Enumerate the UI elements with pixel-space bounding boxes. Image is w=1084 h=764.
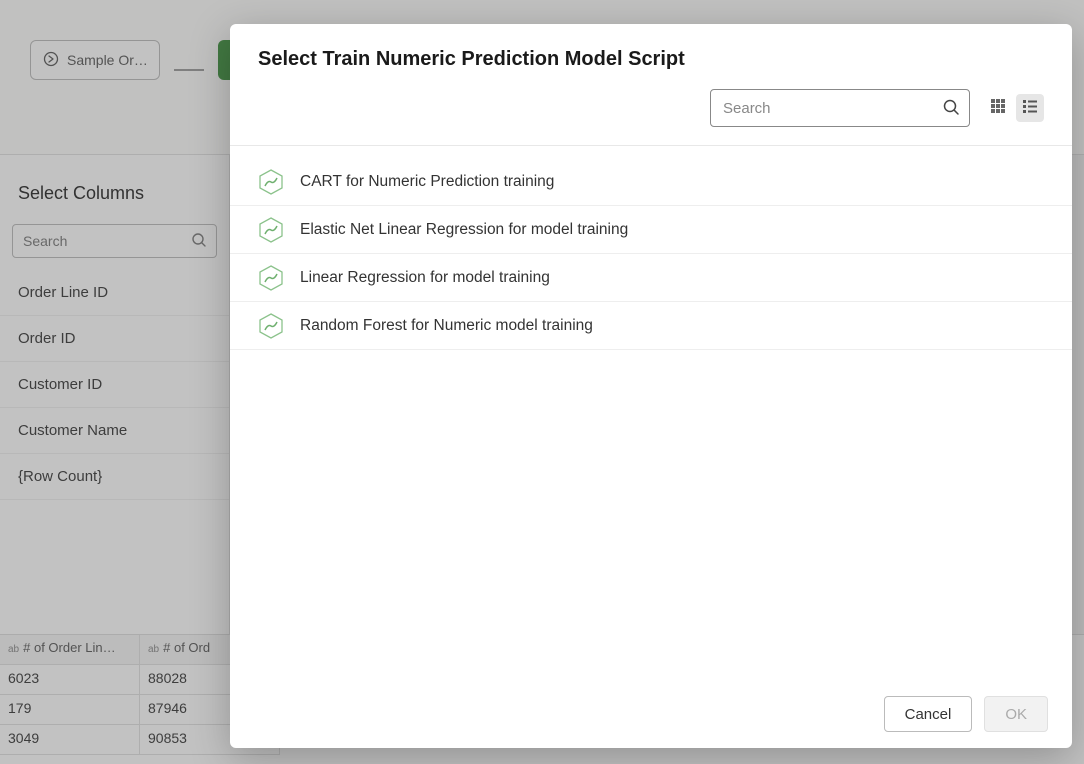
script-item[interactable]: Linear Regression for model training (230, 254, 1072, 302)
grid-icon (990, 98, 1006, 119)
cancel-button[interactable]: Cancel (884, 696, 973, 732)
script-item-label: CART for Numeric Prediction training (300, 173, 554, 191)
script-icon (258, 265, 284, 291)
grid-view-button[interactable] (984, 94, 1012, 122)
script-item[interactable]: Elastic Net Linear Regression for model … (230, 206, 1072, 254)
view-toggle (984, 94, 1044, 122)
search-icon (942, 98, 960, 116)
script-item-label: Linear Regression for model training (300, 269, 550, 287)
ok-button[interactable]: OK (984, 696, 1048, 732)
script-item-label: Random Forest for Numeric model training (300, 317, 593, 335)
script-icon (258, 313, 284, 339)
dialog-toolbar (230, 89, 1072, 146)
script-icon (258, 217, 284, 243)
script-item-label: Elastic Net Linear Regression for model … (300, 221, 628, 239)
select-script-dialog: Select Train Numeric Prediction Model Sc… (230, 24, 1072, 748)
dialog-title: Select Train Numeric Prediction Model Sc… (258, 48, 1044, 71)
script-item[interactable]: Random Forest for Numeric model training (230, 302, 1072, 350)
list-icon (1022, 98, 1038, 119)
script-item[interactable]: CART for Numeric Prediction training (230, 158, 1072, 206)
script-search-input[interactable] (710, 89, 970, 127)
dialog-footer: Cancel OK (230, 680, 1072, 748)
list-view-button[interactable] (1016, 94, 1044, 122)
script-list: CART for Numeric Prediction training Ela… (230, 146, 1072, 680)
script-icon (258, 169, 284, 195)
dialog-header: Select Train Numeric Prediction Model Sc… (230, 24, 1072, 89)
